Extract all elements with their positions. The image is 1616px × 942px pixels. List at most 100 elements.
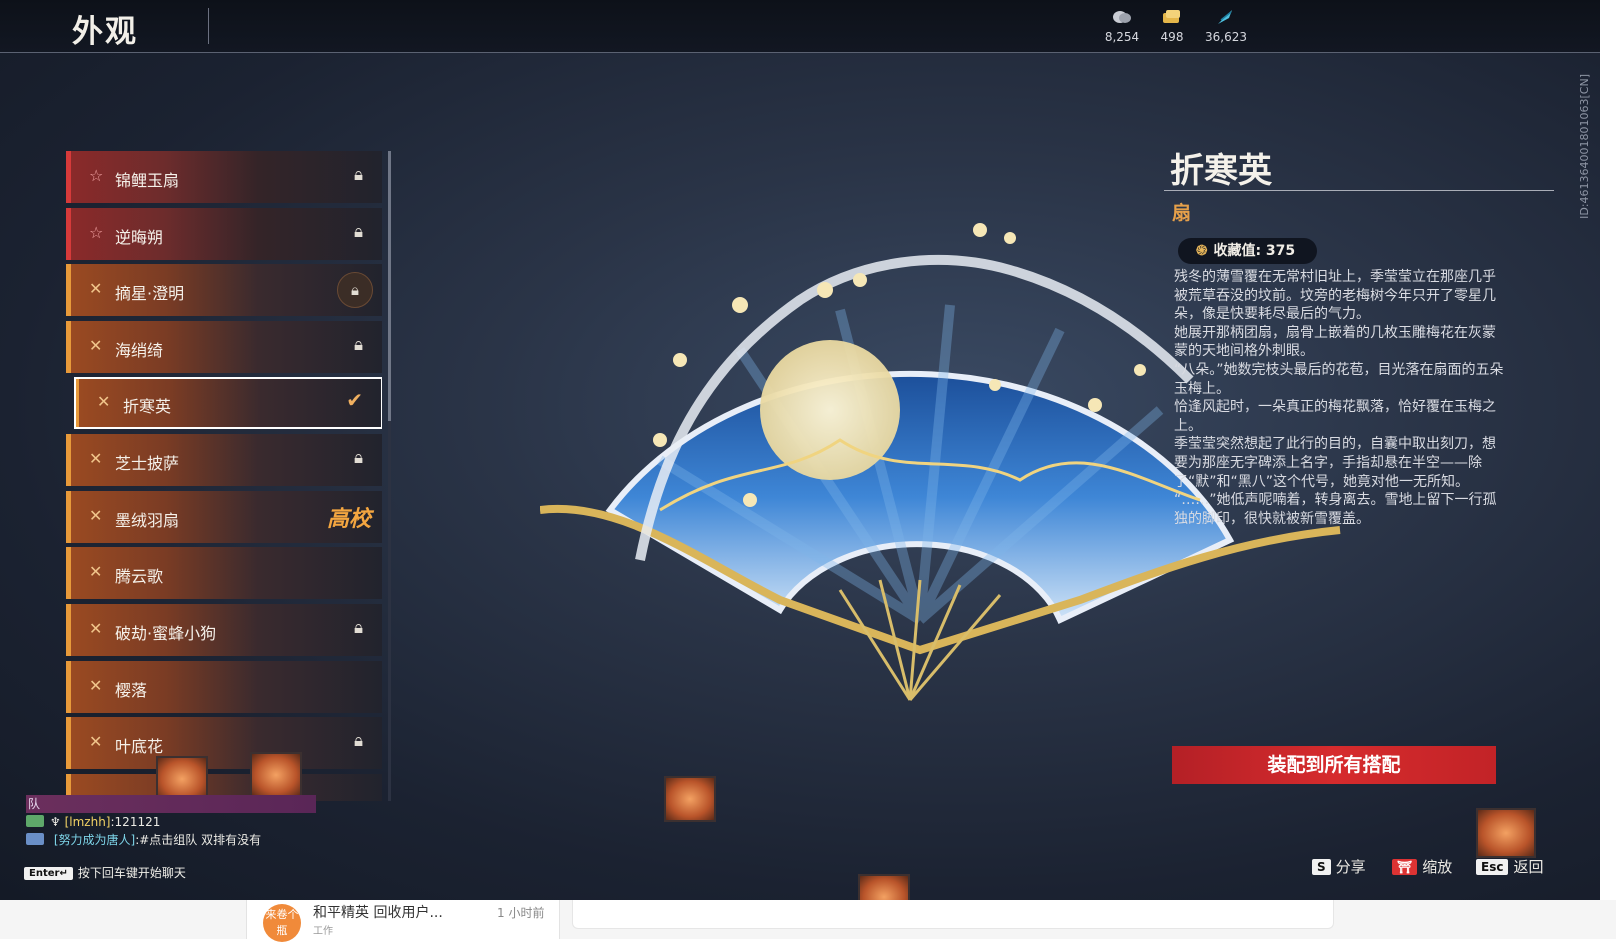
back-label: 返回 (1513, 858, 1544, 876)
chat-input-hint[interactable]: Enter↵ 按下回车键开始聊天 (24, 864, 186, 881)
chat-input-label: 按下回车键开始聊天 (77, 866, 186, 880)
zoom-hint[interactable]: ⛩ 缩放 (1392, 856, 1452, 877)
feed-card-sub: 工作 (313, 926, 333, 937)
skin-item-zhehanying[interactable]: ✕ 折寒英 ✔ (74, 377, 382, 429)
top-bar: 外观 8,254 498 36,623 (0, 0, 1600, 53)
skin-item-label: 锦鲤玉扇 (115, 171, 180, 190)
title-underline (1164, 190, 1554, 191)
chat-text: :121121 (110, 815, 161, 829)
chat-box: 队 ♆ [lmzhh]:121121 [努力成为唐人]:#点击组队 双排有没有 (26, 795, 316, 849)
key-s: S (1312, 859, 1331, 875)
skin-item-label: 折寒英 (123, 397, 172, 416)
skin-item-yingluo[interactable]: ✕ 樱落 (66, 661, 382, 713)
skin-title: 折寒英 (1170, 151, 1272, 191)
skin-description: 残冬的薄雪覆在无常村旧址上，季莹莹立在那座几乎被荒草吞没的坟前。坟旁的老梅树今年… (1174, 268, 1504, 528)
content-panel (572, 900, 1334, 929)
cross-rarity-icon: ✕ (89, 449, 103, 468)
skin-item-label: 樱落 (115, 681, 148, 700)
skin-item-label: 逆晦朔 (115, 228, 164, 247)
lantern-decor (250, 752, 302, 798)
desc-paragraph: 她展开那柄团扇，扇骨上嵌着的几枚玉雕梅花在灰蒙蒙的天地间格外刺眼。 (1174, 324, 1496, 360)
skin-item-label: 腾云歌 (115, 567, 164, 586)
desc-paragraph: “八朵。”她数完枝头最后的花苞，目光落在扇面的五朵玉梅上。 (1174, 361, 1504, 397)
feather-value: 36,623 (1205, 30, 1247, 44)
skin-item-tengyunge[interactable]: ✕ 腾云歌 (66, 547, 382, 599)
browser-strip: 来卷个瓶 和平精英 回收用户... 工作 1 小时前 (0, 900, 1616, 942)
chat-channel-bar[interactable]: 队 (26, 795, 316, 813)
share-hint[interactable]: S 分享 (1312, 856, 1366, 877)
star-icon: ☆ (89, 166, 104, 185)
lantern-decor (858, 874, 910, 900)
checkmark-icon: ✔ (346, 388, 363, 412)
page-title: 外观 (72, 14, 138, 50)
avatar: 来卷个瓶 (263, 904, 301, 942)
skin-item-label: 海绡绮 (115, 341, 164, 360)
guild-icon: ♆ (50, 815, 61, 829)
lock-icon: 🔒︎ (353, 731, 363, 751)
skin-item-label: 墨绒羽扇 (115, 511, 180, 530)
lock-icon: 🔒︎ (353, 618, 363, 638)
collection-value-badge: ֍ 收藏值: 375 (1178, 238, 1318, 264)
skin-item-pojie-mifeng-xiaogou[interactable]: ✕ 破劫·蜜蜂小狗 🔒︎ (66, 604, 382, 656)
gold-ticket-icon (1142, 8, 1202, 28)
lock-icon: 🔒︎ (353, 165, 363, 185)
cross-rarity-icon: ✕ (89, 732, 103, 751)
lock-icon: 🔒︎ (353, 448, 363, 468)
skin-item-zhishi-pisa[interactable]: ✕ 芝士披萨 🔒︎ (66, 434, 382, 486)
feed-card-title: 和平精英 回收用户... (313, 905, 443, 921)
skin-item-morong-yushan[interactable]: ✕ 墨绒羽扇 高校 (66, 491, 382, 543)
lock-icon: 🔒︎ (353, 222, 363, 242)
cross-rarity-icon: ✕ (89, 676, 103, 695)
lantern-decor (664, 776, 716, 822)
chat-text: :#点击组队 双排有没有 (135, 833, 262, 847)
key-esc: Esc (1476, 859, 1509, 875)
desc-paragraph: 季莹莹突然想起了此行的目的，自囊中取出刻刀，想要为那座无字碑添上名字，手指却悬在… (1174, 436, 1496, 490)
cross-rarity-icon: ✕ (89, 562, 103, 581)
lock-icon: 🔒︎ (337, 272, 373, 308)
chat-line: ♆ [lmzhh]:121121 (26, 813, 316, 831)
back-hint[interactable]: Esc 返回 (1476, 856, 1543, 877)
gaoxiao-badge: 高校 (326, 507, 371, 532)
cross-rarity-icon: ✕ (97, 392, 111, 411)
list-scrollbar-thumb[interactable] (388, 151, 391, 421)
skin-item-zhaixing-chengming[interactable]: ✕ 摘星·澄明 🔒︎ (66, 264, 382, 316)
player-id: ID:461364001801063[CN] (1578, 74, 1591, 219)
feather-icon (1196, 8, 1256, 28)
skin-type: 扇 (1172, 202, 1192, 224)
cross-rarity-icon: ✕ (89, 336, 103, 355)
chat-line: [努力成为唐人]:#点击组队 双排有没有 (26, 831, 316, 849)
zoom-label: 缩放 (1422, 858, 1453, 876)
skin-item-label: 破劫·蜜蜂小狗 (115, 624, 217, 643)
desc-paragraph: 残冬的薄雪覆在无常村旧址上，季莹莹立在那座几乎被荒草吞没的坟前。坟旁的老梅树今年… (1174, 269, 1496, 323)
skin-item-nihuishuo[interactable]: ☆ 逆晦朔 🔒︎ (66, 208, 382, 260)
chat-sender[interactable]: [lmzhh] (65, 815, 111, 829)
channel-tag-icon (26, 833, 44, 845)
desc-paragraph: “……”她低声呢喃着，转身离去。雪地上留下一行孤独的脚印，很快就被新雪覆盖。 (1174, 492, 1497, 527)
star-icon: ☆ (89, 223, 104, 242)
cross-rarity-icon: ✕ (89, 619, 103, 638)
skin-item-yedihua[interactable]: ✕ 叶底花 🔒︎ (66, 717, 382, 769)
collection-icon: ֍ (1196, 243, 1208, 259)
skin-item-jinli-yushan[interactable]: ☆ 锦鲤玉扇 🔒︎ (66, 151, 382, 203)
lantern-decor (1476, 808, 1536, 858)
gold-value: 498 (1160, 30, 1184, 44)
chat-sender[interactable]: [努力成为唐人] (54, 833, 135, 847)
skin-item-haixiaoqi[interactable]: ✕ 海绡绮 🔒︎ (66, 321, 382, 373)
skin-item-label: 摘星·澄明 (115, 284, 185, 303)
skin-item-label: 叶底花 (115, 737, 164, 756)
currency-gold: 498 (1142, 8, 1202, 44)
cross-rarity-icon: ✕ (89, 279, 103, 298)
currency-feather: 36,623 (1196, 8, 1256, 44)
lock-icon: 🔒︎ (353, 335, 363, 355)
collection-label: 收藏值: 375 (1213, 243, 1296, 259)
enter-key: Enter↵ (24, 867, 73, 880)
game-screen: 外观 8,254 498 36,623 ID:461364001801063[C… (0, 0, 1600, 900)
equip-all-button[interactable]: 装配到所有搭配 (1172, 746, 1496, 784)
mouse-icon: ⛩ (1392, 859, 1418, 875)
share-label: 分享 (1335, 858, 1366, 876)
cross-rarity-icon: ✕ (89, 506, 103, 525)
desc-paragraph: 恰逢风起时，一朵真正的梅花飘落，恰好覆在玉梅之上。 (1174, 399, 1496, 434)
title-divider (208, 8, 209, 44)
skin-list: ☆ 锦鲤玉扇 🔒︎ ☆ 逆晦朔 🔒︎ ✕ 摘星·澄明 🔒︎ ✕ 海绡绮 🔒︎ ✕… (66, 151, 382, 801)
feed-card[interactable]: 来卷个瓶 和平精英 回收用户... 工作 1 小时前 (246, 900, 560, 942)
